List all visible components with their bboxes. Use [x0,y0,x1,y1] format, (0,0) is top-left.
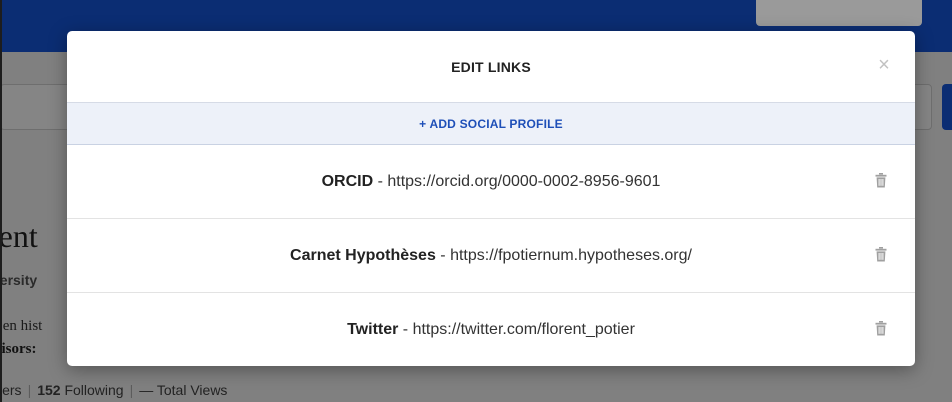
window-edge [0,0,2,402]
link-text: Twitter - https://twitter.com/florent_po… [347,321,635,339]
modal-title: EDIT LINKS [451,59,531,75]
link-separator: - [373,172,388,190]
profile-university: versity [0,272,38,288]
add-social-profile-row: + ADD SOCIAL PROFILE [67,103,915,145]
trash-icon[interactable] [875,173,887,188]
link-site-name: Carnet Hypothèses [290,246,436,264]
link-text: ORCID - https://orcid.org/0000-0002-8956… [322,173,661,191]
profile-stats: wers|152 Following|— Total Views [0,382,227,398]
trash-icon[interactable] [875,321,887,336]
edit-links-modal: EDIT LINKS × + ADD SOCIAL PROFILE ORCID … [67,31,915,366]
profile-name: rent [0,218,38,254]
profile-advisors-label: visors: [0,341,37,357]
link-row-orcid: ORCID - https://orcid.org/0000-0002-8956… [67,145,915,219]
link-row-carnet-hypotheses: Carnet Hypothèses - https://fpotiernum.h… [67,219,915,293]
following-label: Following [64,382,124,398]
total-views-value: — [139,382,154,398]
link-site-name: ORCID [321,172,374,190]
followers-label: wers [0,382,22,398]
link-separator: - [435,246,451,264]
total-views-label: Total Views [156,382,228,398]
add-social-profile-button[interactable]: + ADD SOCIAL PROFILE [419,117,563,131]
close-icon[interactable]: × [875,55,893,75]
topbar-button [756,0,922,26]
link-url: https://twitter.com/florent_potier [412,320,635,338]
background-search-button [942,84,952,130]
trash-icon[interactable] [875,247,887,262]
link-row-twitter: Twitter - https://twitter.com/florent_po… [67,293,915,366]
links-list: ORCID - https://orcid.org/0000-0002-8956… [67,145,915,366]
link-url: https://fpotiernum.hypotheses.org/ [450,246,692,264]
link-text: Carnet Hypothèses - https://fpotiernum.h… [290,247,692,265]
modal-header: EDIT LINKS × [67,31,915,103]
link-url: https://orcid.org/0000-0002-8956-9601 [387,172,661,190]
link-separator: - [398,320,413,338]
following-count: 152 [37,382,61,398]
link-site-name: Twitter [347,320,399,338]
profile-description: r en hist [0,318,43,334]
